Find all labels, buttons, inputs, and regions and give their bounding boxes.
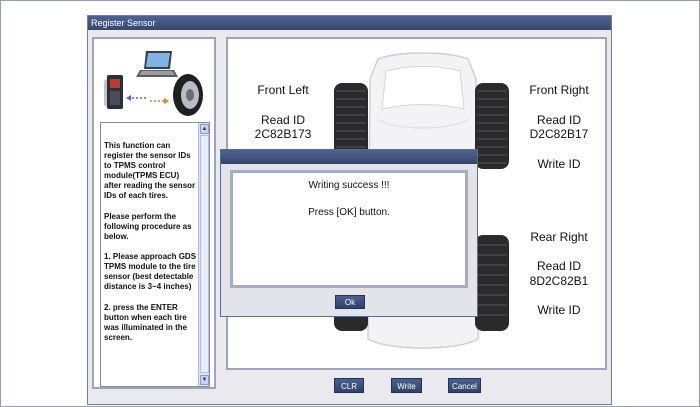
write-button[interactable]: Write [391, 378, 422, 393]
instructions-text: This function can register the sensor ID… [104, 141, 197, 342]
signal-arrow-icon [126, 95, 169, 104]
front-right-tire-icon [475, 83, 509, 169]
dialog-message-line2: Press [OK] button. [308, 207, 390, 218]
clr-button[interactable]: CLR [334, 378, 364, 393]
rear-right-name: Rear Right [530, 230, 588, 244]
front-right-name: Front Right [529, 83, 589, 97]
dialog-message-box: Writing success !!! Press [OK] button. [230, 170, 468, 288]
front-left-read-label: Read ID [260, 113, 306, 127]
front-right-write-label: Write ID [537, 157, 581, 171]
laptop-icon [136, 51, 178, 77]
front-left-read-id: 2C82B173 [254, 127, 312, 141]
scroll-thumb[interactable] [200, 135, 209, 373]
rear-right-read-id: 8D2C82B1 [529, 274, 589, 288]
instructions-textbox[interactable]: This function can register the sensor ID… [100, 122, 210, 387]
cancel-button[interactable]: Cancel [448, 378, 481, 393]
rear-right-read-label: Read ID [536, 259, 582, 273]
front-left-name: Front Left [257, 83, 309, 97]
write-success-dialog: Writing success !!! Press [OK] button. O… [220, 149, 478, 317]
window-titlebar: Register Sensor [88, 16, 611, 30]
rear-right-write-label: Write ID [537, 303, 581, 317]
front-right-read-label: Read ID [536, 113, 582, 127]
instructions-scrollbar[interactable]: ▲ ▼ [198, 123, 209, 386]
tpms-device-illustration [100, 43, 210, 118]
scroll-up-icon[interactable]: ▲ [200, 124, 209, 134]
tire-icon [173, 74, 203, 116]
tpms-module-icon [104, 75, 123, 109]
dialog-titlebar [221, 150, 477, 164]
front-right-read-id: D2C82B17 [529, 127, 589, 141]
scroll-down-icon[interactable]: ▼ [200, 375, 209, 385]
dialog-message-line1: Writing success !!! [308, 180, 390, 191]
left-panel: This function can register the sensor ID… [92, 37, 216, 389]
ok-button[interactable]: Ok [335, 295, 365, 309]
rear-right-tire-icon [475, 235, 509, 331]
